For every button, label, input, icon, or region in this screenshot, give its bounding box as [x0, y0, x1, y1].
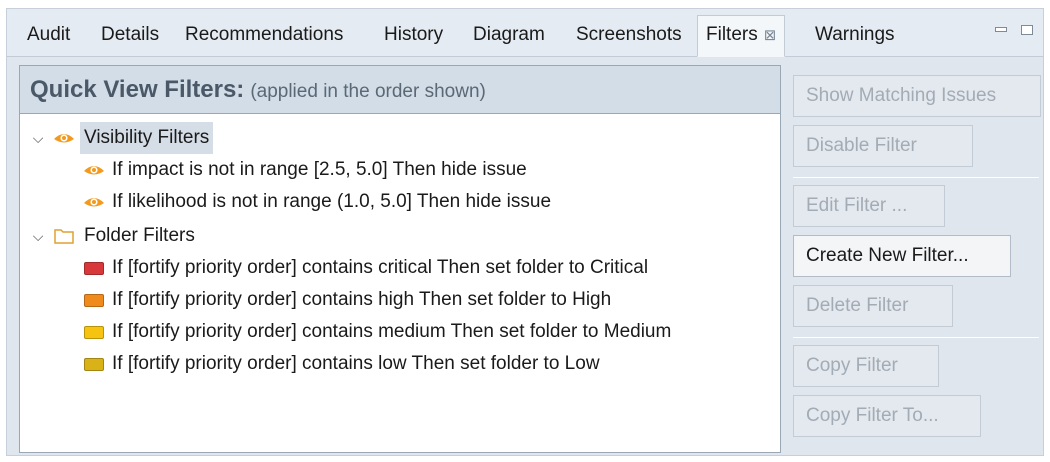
panel-title: Quick View Filters:	[30, 76, 245, 103]
high-color-icon	[84, 294, 104, 307]
edit-filter-button[interactable]: Edit Filter ...	[793, 185, 945, 227]
tree-item-label: If [fortify priority order] contains cri…	[112, 257, 649, 278]
tree-item-folder-filter[interactable]: If [fortify priority order] contains med…	[82, 316, 772, 348]
medium-color-icon	[84, 326, 104, 339]
view-tab-bar: Audit Details Recommendations History Di…	[7, 9, 1043, 57]
maximize-icon[interactable]	[1021, 25, 1033, 35]
disable-filter-button[interactable]: Disable Filter	[793, 125, 973, 167]
tab-details[interactable]: Details	[93, 17, 167, 53]
tree-item-folder-filter[interactable]: If [fortify priority order] contains low…	[82, 348, 772, 380]
button-separator	[793, 177, 1039, 178]
delete-filter-button[interactable]: Delete Filter	[793, 285, 953, 327]
tab-filters-label: Filters	[706, 24, 758, 45]
panel-subtitle: (applied in the order shown)	[250, 81, 486, 102]
eye-icon	[52, 122, 76, 154]
tree-item-label: If [fortify priority order] contains med…	[112, 321, 672, 342]
critical-color-icon	[84, 262, 104, 275]
close-icon[interactable]: ⊠	[764, 17, 777, 55]
filters-view-window: Audit Details Recommendations History Di…	[6, 8, 1044, 456]
low-color-icon	[84, 358, 104, 371]
copy-filter-to-button[interactable]: Copy Filter To...	[793, 395, 981, 437]
tab-history[interactable]: History	[376, 17, 451, 53]
tab-audit[interactable]: Audit	[19, 17, 78, 53]
copy-filter-button[interactable]: Copy Filter	[793, 345, 939, 387]
button-separator	[793, 337, 1039, 338]
tree-group-visibility-filters[interactable]: ⌵ Visibility Filters	[30, 122, 330, 154]
chevron-down-icon[interactable]: ⌵	[30, 122, 46, 154]
eye-icon	[82, 186, 106, 218]
quick-view-filters-panel: Quick View Filters: (applied in the order…	[19, 65, 781, 453]
tab-diagram[interactable]: Diagram	[465, 17, 553, 53]
folder-icon	[52, 220, 76, 252]
tab-warnings[interactable]: Warnings	[807, 17, 903, 53]
panel-header: Quick View Filters: (applied in the order…	[20, 66, 780, 114]
tree-group-label: Visibility Filters	[80, 122, 214, 154]
tree-group-label: Folder Filters	[84, 225, 195, 246]
tab-recommendations[interactable]: Recommendations	[177, 17, 351, 53]
tree-group-folder-filters[interactable]: ⌵ Folder Filters	[30, 220, 330, 252]
tree-item-folder-filter[interactable]: If [fortify priority order] contains cri…	[82, 252, 772, 284]
tree-item-label: If [fortify priority order] contains low…	[112, 353, 600, 374]
chevron-down-icon[interactable]: ⌵	[30, 220, 46, 252]
show-matching-issues-button[interactable]: Show Matching Issues	[793, 75, 1041, 117]
create-new-filter-button[interactable]: Create New Filter...	[793, 235, 1011, 277]
tree-item-visibility-filter[interactable]: If likelihood is not in range (1.0, 5.0]…	[82, 186, 762, 218]
tab-screenshots[interactable]: Screenshots	[568, 17, 690, 53]
minimize-icon[interactable]	[995, 27, 1007, 32]
tab-filters[interactable]: Filters ⊠	[697, 15, 786, 57]
tree-item-folder-filter[interactable]: If [fortify priority order] contains hig…	[82, 284, 772, 316]
tree-item-label: If [fortify priority order] contains hig…	[112, 289, 612, 310]
tree-item-label: If likelihood is not in range (1.0, 5.0]…	[112, 191, 552, 212]
eye-icon	[82, 154, 106, 186]
tree-item-label: If impact is not in range [2.5, 5.0] The…	[112, 159, 527, 180]
tree-item-visibility-filter[interactable]: If impact is not in range [2.5, 5.0] The…	[82, 154, 762, 186]
